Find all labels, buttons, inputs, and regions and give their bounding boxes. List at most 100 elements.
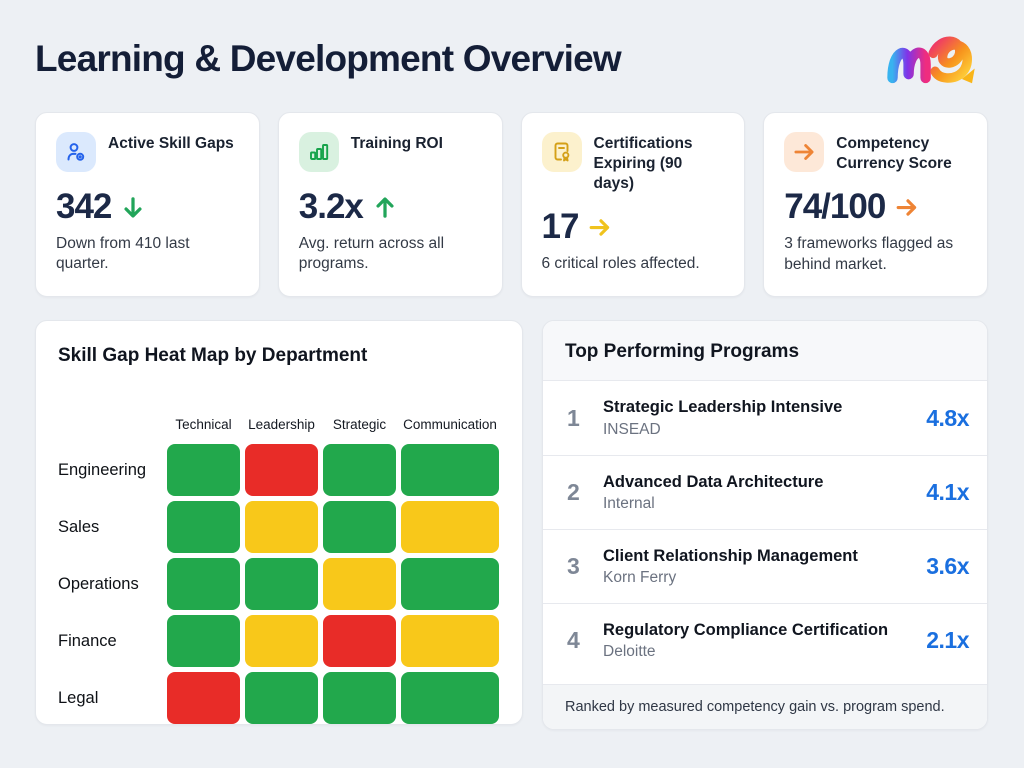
program-name: Regulatory Compliance Certification — [603, 620, 918, 641]
kpi-value-row: 342 — [56, 187, 239, 227]
heatmap-cell-operations-communication[interactable] — [401, 558, 499, 610]
kpi-head: Competency Currency Score — [784, 132, 967, 174]
program-list-item[interactable]: 4 Regulatory Compliance Certification De… — [543, 603, 987, 677]
program-provider: Korn Ferry — [603, 569, 918, 587]
heatmap-cell-legal-technical[interactable] — [167, 672, 240, 724]
heatmap-col-header-communication: Communication — [403, 417, 497, 439]
heatmap-row-label-sales: Sales — [58, 518, 162, 537]
program-text: Client Relationship Management Korn Ferr… — [603, 546, 926, 588]
kpi-head: Certifications Expiring (90 days) — [542, 132, 725, 194]
heatmap-cell-sales-strategic[interactable] — [323, 501, 396, 553]
heatmap-cell-sales-technical[interactable] — [167, 501, 240, 553]
trend-right-arrow-icon — [894, 195, 919, 220]
kpi-subtitle: Down from 410 last quarter. — [56, 234, 239, 275]
kpi-card-2: Training ROI 3.2x Avg. return across all… — [278, 112, 503, 297]
heatmap-cell-legal-communication[interactable] — [401, 672, 499, 724]
kpi-label: Certifications Expiring (90 days) — [594, 132, 725, 194]
page-title: Learning & Development Overview — [35, 38, 621, 80]
heatmap-corner — [58, 387, 162, 409]
kpi-label: Active Skill Gaps — [108, 132, 234, 154]
programs-header: Top Performing Programs — [543, 321, 987, 381]
kpi-subtitle: 3 frameworks flagged as behind market. — [784, 234, 967, 275]
kpi-label: Competency Currency Score — [836, 132, 967, 174]
heatmap-cell-sales-leadership[interactable] — [245, 501, 318, 553]
kpi-head: Active Skill Gaps — [56, 132, 239, 174]
heatmap-row-label-legal: Legal — [58, 689, 162, 708]
heatmap-cell-engineering-technical[interactable] — [167, 444, 240, 496]
heatmap-row-label-operations: Operations — [58, 575, 162, 594]
program-rank: 2 — [567, 479, 603, 506]
heatmap-title: Skill Gap Heat Map by Department — [58, 345, 500, 367]
kpi-card-3: Certifications Expiring (90 days) 17 6 c… — [521, 112, 746, 297]
heatmap-cell-operations-strategic[interactable] — [323, 558, 396, 610]
program-text: Strategic Leadership Intensive INSEAD — [603, 397, 926, 439]
heatmap-cell-sales-communication[interactable] — [401, 501, 499, 553]
trend-right-arrow-icon — [587, 215, 612, 240]
kpi-value-row: 74/100 — [784, 187, 967, 227]
programs-footer-note: Ranked by measured competency gain vs. p… — [543, 684, 987, 729]
programs-title: Top Performing Programs — [565, 341, 965, 363]
kpi-value-row: 3.2x — [299, 187, 482, 227]
program-text: Regulatory Compliance Certification Delo… — [603, 620, 926, 662]
heatmap-grid: Technical Leadership Strategic Communicatio… — [58, 387, 500, 724]
user-icon — [56, 132, 96, 172]
bar-chart-icon — [299, 132, 339, 172]
kpi-card-4: Competency Currency Score 74/100 3 frame… — [763, 112, 988, 297]
program-provider: Internal — [603, 495, 918, 513]
program-name: Strategic Leadership Intensive — [603, 397, 918, 418]
program-roi-value: 3.6x — [926, 553, 969, 580]
heatmap-cell-finance-technical[interactable] — [167, 615, 240, 667]
heatmap-col-header-technical: Technical — [175, 417, 231, 439]
heatmap-cell-engineering-leadership[interactable] — [245, 444, 318, 496]
kpi-value: 74/100 — [784, 187, 885, 227]
program-roi-value: 4.1x — [926, 479, 969, 506]
program-rank: 1 — [567, 405, 603, 432]
kpi-value-row: 17 — [542, 207, 725, 247]
program-rank: 3 — [567, 553, 603, 580]
program-list-item[interactable]: 2 Advanced Data Architecture Internal 4.… — [543, 455, 987, 529]
kpi-subtitle: 6 critical roles affected. — [542, 254, 725, 274]
program-provider: Deloitte — [603, 643, 918, 661]
heatmap-cell-operations-technical[interactable] — [167, 558, 240, 610]
heatmap-col-header-leadership: Leadership — [248, 417, 315, 439]
panels-row: Skill Gap Heat Map by Department Technic… — [35, 320, 988, 730]
heatmap-cell-finance-leadership[interactable] — [245, 615, 318, 667]
program-list-item[interactable]: 1 Strategic Leadership Intensive INSEAD … — [543, 381, 987, 455]
heatmap-cell-engineering-strategic[interactable] — [323, 444, 396, 496]
programs-list: 1 Strategic Leadership Intensive INSEAD … — [543, 381, 987, 684]
program-roi-value: 4.8x — [926, 405, 969, 432]
kpi-value: 3.2x — [299, 187, 363, 227]
program-provider: INSEAD — [603, 421, 918, 439]
certificate-icon — [542, 132, 582, 172]
heatmap-cell-legal-strategic[interactable] — [323, 672, 396, 724]
arrow-right-icon — [784, 132, 824, 172]
heatmap-cell-operations-leadership[interactable] — [245, 558, 318, 610]
heatmap-col-header-strategic: Strategic — [333, 417, 386, 439]
kpi-value: 17 — [542, 207, 579, 247]
kpi-head: Training ROI — [299, 132, 482, 174]
heatmap-row-label-finance: Finance — [58, 632, 162, 651]
program-roi-value: 2.1x — [926, 627, 969, 654]
program-text: Advanced Data Architecture Internal — [603, 472, 926, 514]
trend-up-arrow-icon — [372, 194, 398, 221]
program-name: Advanced Data Architecture — [603, 472, 918, 493]
program-list-item[interactable]: 3 Client Relationship Management Korn Fe… — [543, 529, 987, 603]
kpi-label: Training ROI — [351, 132, 443, 154]
heatmap-cell-engineering-communication[interactable] — [401, 444, 499, 496]
header: Learning & Development Overview — [35, 26, 988, 92]
heatmap-panel: Skill Gap Heat Map by Department Technic… — [35, 320, 523, 725]
programs-panel: Top Performing Programs 1 Strategic Lead… — [542, 320, 988, 730]
heatmap-cell-finance-communication[interactable] — [401, 615, 499, 667]
heatmap-cell-finance-strategic[interactable] — [323, 615, 396, 667]
dashboard-page: Learning & Development Overview — [0, 0, 1024, 768]
kpi-value: 342 — [56, 187, 111, 227]
kpi-row: Active Skill Gaps 342 Down from 410 last… — [35, 112, 988, 297]
trend-down-arrow-icon — [120, 194, 146, 221]
brand-logo-icon — [884, 28, 988, 90]
kpi-subtitle: Avg. return across all programs. — [299, 234, 482, 275]
program-name: Client Relationship Management — [603, 546, 918, 567]
program-rank: 4 — [567, 627, 603, 654]
heatmap-cell-legal-leadership[interactable] — [245, 672, 318, 724]
kpi-card-1: Active Skill Gaps 342 Down from 410 last… — [35, 112, 260, 297]
heatmap-row-label-engineering: Engineering — [58, 461, 162, 480]
